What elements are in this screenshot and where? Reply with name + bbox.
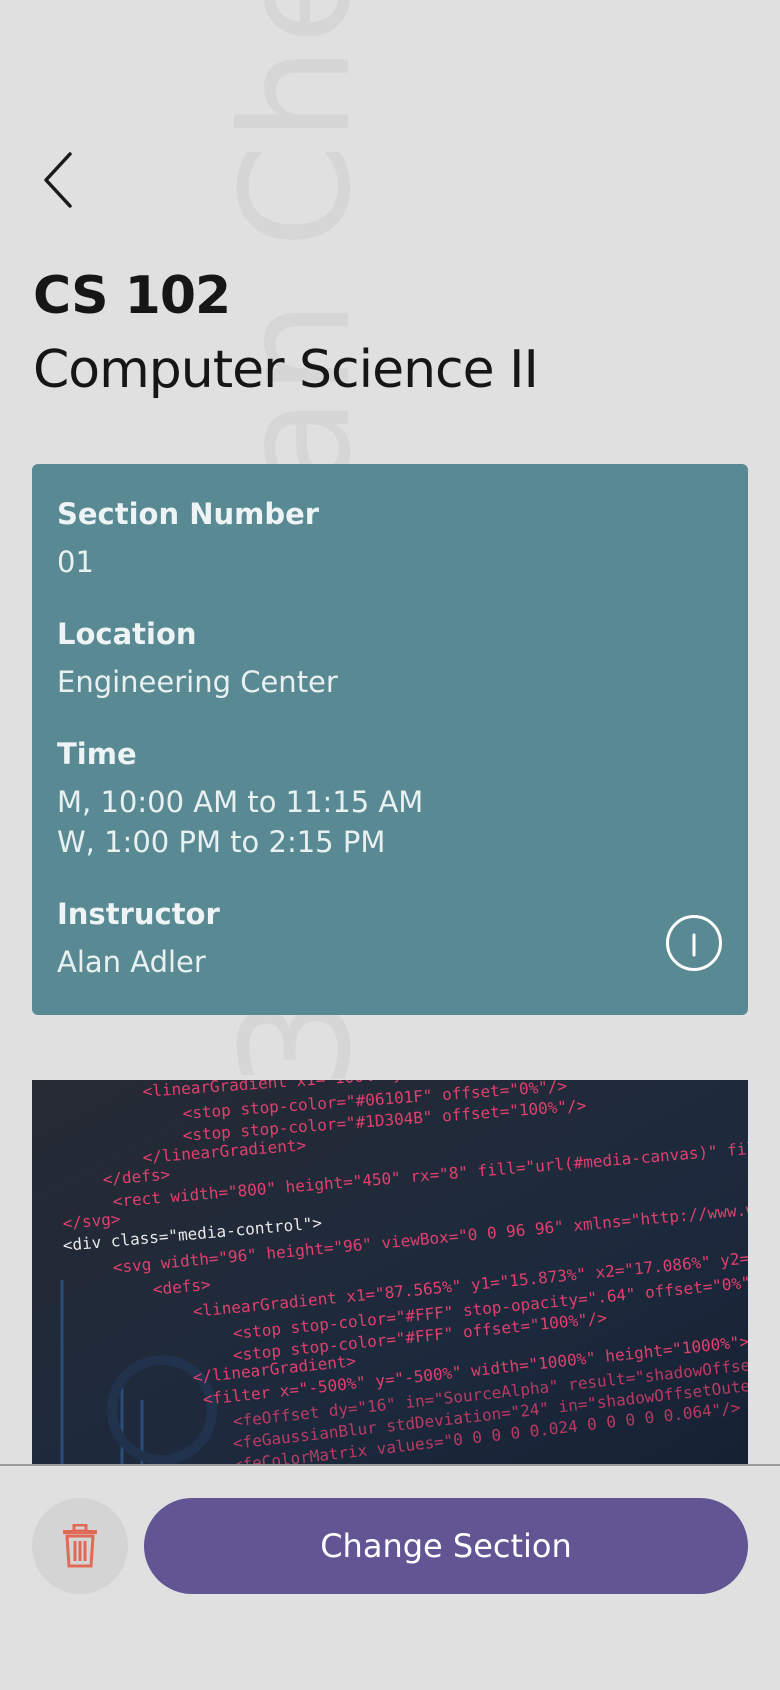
course-name: Computer Science II: [33, 340, 539, 400]
instructor-label: Instructor: [57, 897, 220, 931]
back-button[interactable]: [40, 148, 80, 212]
code-image: <linearGradient x1="100%" y1="0%" x2="0%…: [32, 1080, 748, 1465]
bottom-action-bar: Change Section: [0, 1464, 780, 1690]
location-label: Location: [57, 617, 197, 651]
location-field: Location Engineering Center: [57, 614, 338, 702]
time-field: Time M, 10:00 AM to 11:15 AM W, 1:00 PM …: [57, 734, 423, 862]
instructor-info-button[interactable]: [666, 915, 722, 971]
course-code: CS 102: [33, 266, 231, 326]
info-icon: [692, 933, 696, 957]
section-number-label: Section Number: [57, 497, 320, 531]
trash-icon: [63, 1524, 97, 1568]
time-label: Time: [57, 737, 137, 771]
delete-button[interactable]: [32, 1498, 128, 1594]
chevron-left-icon: [44, 152, 72, 208]
time-value-2: W, 1:00 PM to 2:15 PM: [57, 825, 386, 859]
section-details-card: Section Number 01 Location Engineering C…: [32, 464, 748, 1015]
section-number-field: Section Number 01: [57, 494, 319, 582]
change-section-button[interactable]: Change Section: [144, 1498, 748, 1594]
time-value-1: M, 10:00 AM to 11:15 AM: [57, 785, 424, 819]
instructor-value: Alan Adler: [57, 945, 206, 979]
instructor-field: Instructor Alan Adler: [57, 894, 220, 982]
section-number-value: 01: [57, 545, 94, 579]
location-value: Engineering Center: [57, 665, 338, 699]
